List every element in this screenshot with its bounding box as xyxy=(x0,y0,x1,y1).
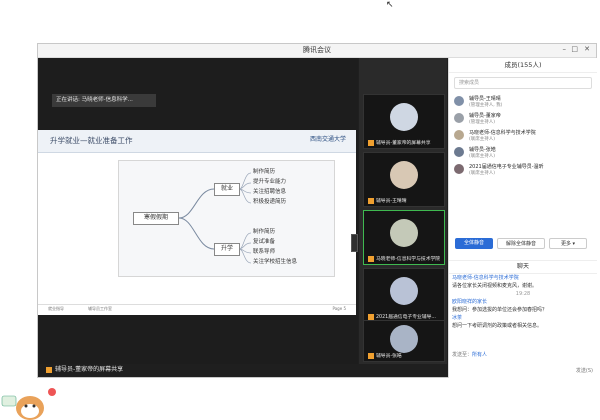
avatar xyxy=(454,164,464,174)
host-badge-icon xyxy=(368,197,374,204)
chat-text: 我想问：参加选拔的单位还会参加春招吗？ xyxy=(452,307,548,313)
maximize-button[interactable]: □ xyxy=(571,45,578,53)
unmute-all-button[interactable]: 解除全体静音 xyxy=(497,238,545,249)
member-search-input[interactable]: 搜索成员 xyxy=(454,77,592,89)
slide-title: 升学就业—就业准备工作 xyxy=(50,136,133,145)
mind-map-leaf: 提升专业能力 xyxy=(253,179,287,185)
mind-map-leaf: 制作简历 xyxy=(253,229,276,235)
members-header: 成员(155人) xyxy=(449,58,597,73)
mascot-sticker xyxy=(1,388,56,420)
member-role: (联席主持人) xyxy=(469,137,496,142)
slide-footer-mid: 辅导员工作室 xyxy=(88,306,112,311)
chat-sender: 欧阳晓祥的家长 xyxy=(452,299,488,305)
collapse-strip-handle[interactable] xyxy=(351,234,358,252)
member-row[interactable]: 2021届通信电子专业辅导员-温昕 (联席主持人) xyxy=(449,161,597,178)
minimize-button[interactable]: – xyxy=(563,45,567,53)
chat-messages: 马晓老师-信息科学与技术学院 请各位家长关闭视频和麦克风，谢谢。 19:28 欧… xyxy=(452,274,594,330)
close-button[interactable]: ✕ xyxy=(584,45,590,53)
member-name: 马晓老师-信息科学与技术学院 xyxy=(469,130,536,136)
mind-map-leaf: 联系导师 xyxy=(253,249,276,255)
tile-name: 辅导员-董家帝的屏幕共享 xyxy=(376,141,431,146)
member-action-buttons: 全体静音 解除全体静音 更多 ▾ xyxy=(449,238,597,252)
member-row[interactable]: 辅导员-董家帝 (管理主持人) xyxy=(449,110,597,127)
member-role: (联席主持人) xyxy=(469,154,496,159)
member-name: 辅导员-王晴晴 xyxy=(469,96,501,102)
mind-map-center-node: 寒假假期 xyxy=(133,212,179,225)
avatar xyxy=(390,103,418,131)
member-row[interactable]: 辅导员-王晴晴 (管理主持人, 我) xyxy=(449,93,597,110)
mouse-cursor-icon: ↖ xyxy=(386,0,394,10)
video-tile[interactable]: 辅导员-张皓 xyxy=(363,320,445,362)
window-title: 腾讯会议 xyxy=(303,46,331,54)
chat-sender: 马晓老师-信息科学与技术学院 xyxy=(452,275,519,281)
avatar xyxy=(390,219,418,247)
title-bar: 腾讯会议 – □ ✕ xyxy=(38,44,596,58)
avatar xyxy=(454,147,464,157)
send-to-row: 发送至：所有人 xyxy=(449,350,597,360)
slide-footer: 就业指导 辅导员工作室 Page 5 xyxy=(38,304,356,315)
university-logo: 西南交通大学 xyxy=(309,136,346,143)
member-row[interactable]: 辅导员-张皓 (联席主持人) xyxy=(449,144,597,161)
video-tile[interactable]: 辅导员-董家帝的屏幕共享 xyxy=(363,94,445,149)
video-tile[interactable]: 2021届通信电子专业辅导... xyxy=(363,268,445,323)
screen-share-label-text: 辅导员-董家帝的屏幕共享 xyxy=(55,366,124,373)
screen-share-label: 辅导员-董家帝的屏幕共享 xyxy=(46,364,123,376)
chat-text: 请各位家长关闭视频和麦克风，谢谢。 xyxy=(452,283,538,289)
shared-screen-stage: 正在讲话: 马晓老师-信息科学... 升学就业—就业准备工作 西南交通大学 寒假… xyxy=(38,58,358,364)
mind-map: 寒假假期 就业 升学 制作简历 提升专业能力 关注招聘信息 积极投递简历 制作简… xyxy=(118,160,335,277)
host-badge-icon xyxy=(368,352,374,359)
mind-map-leaf: 复试准备 xyxy=(253,239,276,245)
mind-map-leaf: 关注招聘信息 xyxy=(253,189,287,195)
slide-page-number: Page 5 xyxy=(332,306,347,311)
mind-map-leaf: 关注学校招生信息 xyxy=(253,259,298,265)
video-tile-strip: 辅导员-董家帝的屏幕共享 辅导员-王晴晴 马晓老师-信息科学与技术学院 2021… xyxy=(359,58,447,364)
avatar xyxy=(390,277,418,305)
mute-all-button[interactable]: 全体静音 xyxy=(455,238,493,249)
chat-header: 聊天 xyxy=(449,260,597,274)
tile-name: 马晓老师-信息科学与技术学院 xyxy=(376,257,441,262)
mind-map-branch-employment: 就业 xyxy=(214,183,240,196)
member-name: 辅导员-董家帝 xyxy=(469,113,501,119)
member-role: (管理主持人, 我) xyxy=(469,103,503,108)
mind-map-leaf: 积极投递简历 xyxy=(253,199,287,205)
right-panel: 成员(155人) 搜索成员 辅导员-王晴晴 (管理主持人, 我) 辅导员-董家帝… xyxy=(448,58,597,378)
speaking-indicator: 正在讲话: 马晓老师-信息科学... xyxy=(52,94,156,107)
avatar xyxy=(390,325,418,353)
video-tile[interactable]: 辅导员-王晴晴 xyxy=(363,152,445,207)
mind-map-leaf: 制作简历 xyxy=(253,169,276,175)
avatar xyxy=(454,96,464,106)
host-badge-icon xyxy=(368,255,374,262)
send-to-select[interactable]: 所有人 xyxy=(472,352,487,358)
send-button[interactable]: 发送(S) xyxy=(576,367,593,374)
member-role: (管理主持人) xyxy=(469,120,496,125)
tile-name: 辅导员-张皓 xyxy=(376,354,402,359)
meeting-window: 腾讯会议 – □ ✕ 正在讲话: 马晓老师-信息科学... 升学就业—就业准备工… xyxy=(37,43,597,378)
shared-slide: 升学就业—就业准备工作 西南交通大学 寒假假期 就业 升学 制作简历 提升专业能… xyxy=(38,130,356,315)
member-role: (联席主持人) xyxy=(469,171,496,176)
chat-sender: 冰茶 xyxy=(452,315,463,321)
avatar xyxy=(454,113,464,123)
more-button[interactable]: 更多 ▾ xyxy=(549,238,587,249)
mind-map-branch-further-study: 升学 xyxy=(214,243,240,256)
member-name: 辅导员-张皓 xyxy=(469,147,496,153)
tile-name: 辅导员-王晴晴 xyxy=(376,199,407,204)
sharing-icon xyxy=(46,366,52,373)
chat-timestamp: 19:28 xyxy=(515,291,531,297)
host-badge-icon xyxy=(368,313,374,320)
host-badge-icon xyxy=(368,139,374,146)
video-tile-active-speaker[interactable]: 马晓老师-信息科学与技术学院 xyxy=(363,210,445,265)
member-name: 2021届通信电子专业辅导员-温昕 xyxy=(469,164,544,170)
slide-header: 升学就业—就业准备工作 西南交通大学 xyxy=(38,130,356,153)
send-to-label: 发送至： xyxy=(452,352,473,358)
chat-text: 想问一下考研调剂的政策或者相关信息。 xyxy=(452,323,543,329)
member-row[interactable]: 马晓老师-信息科学与技术学院 (联席主持人) xyxy=(449,127,597,144)
slide-footer-left: 就业指导 xyxy=(48,306,64,311)
avatar xyxy=(454,130,464,140)
avatar xyxy=(390,161,418,189)
